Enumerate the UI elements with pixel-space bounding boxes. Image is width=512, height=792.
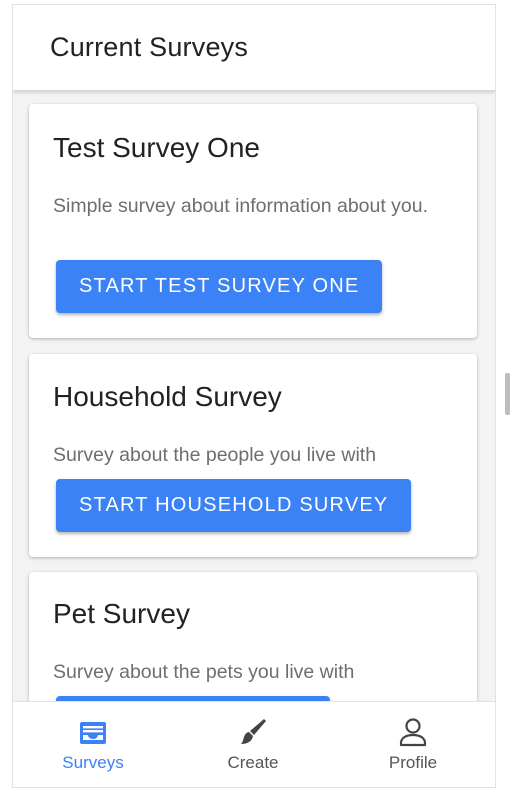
nav-item-profile[interactable]: Profile [333,702,493,787]
app-frame: Current Surveys Test Survey One Simple s… [12,4,496,788]
page-title: Current Surveys [50,32,249,62]
start-test-survey-one-button[interactable]: START TEST SURVEY ONE [56,260,383,313]
survey-description: Survey about the people you live with [53,444,377,466]
start-household-survey-button[interactable]: START HOUSEHOLD SURVEY [56,479,412,532]
nav-label: Surveys [62,753,124,772]
survey-description: Survey about the pets you live with [53,661,355,683]
brush-icon [241,719,266,744]
nav-label: Profile [388,753,438,772]
survey-title: Test Survey One [53,132,260,163]
nav-item-create[interactable]: Create [173,702,333,787]
bottom-navigation: Surveys Create Profile [13,701,495,787]
survey-description: Simple survey about information about yo… [53,195,429,217]
inbox-icon [80,722,106,744]
nav-label: Create [227,753,279,772]
survey-card-test-survey-one: Test Survey One Simple survey about info… [29,104,477,338]
nav-item-surveys[interactable]: Surveys [13,702,173,787]
survey-title: Pet Survey [53,598,190,629]
app-header: Current Surveys [13,5,495,91]
survey-card-pet-survey: Pet Survey Survey about the pets you liv… [29,572,477,701]
scrollbar-handle[interactable] [505,373,510,415]
person-icon [399,718,427,747]
survey-card-household-survey: Household Survey Survey about the people… [29,354,477,557]
survey-title: Household Survey [53,381,282,412]
survey-list[interactable]: Test Survey One Simple survey about info… [13,91,495,701]
